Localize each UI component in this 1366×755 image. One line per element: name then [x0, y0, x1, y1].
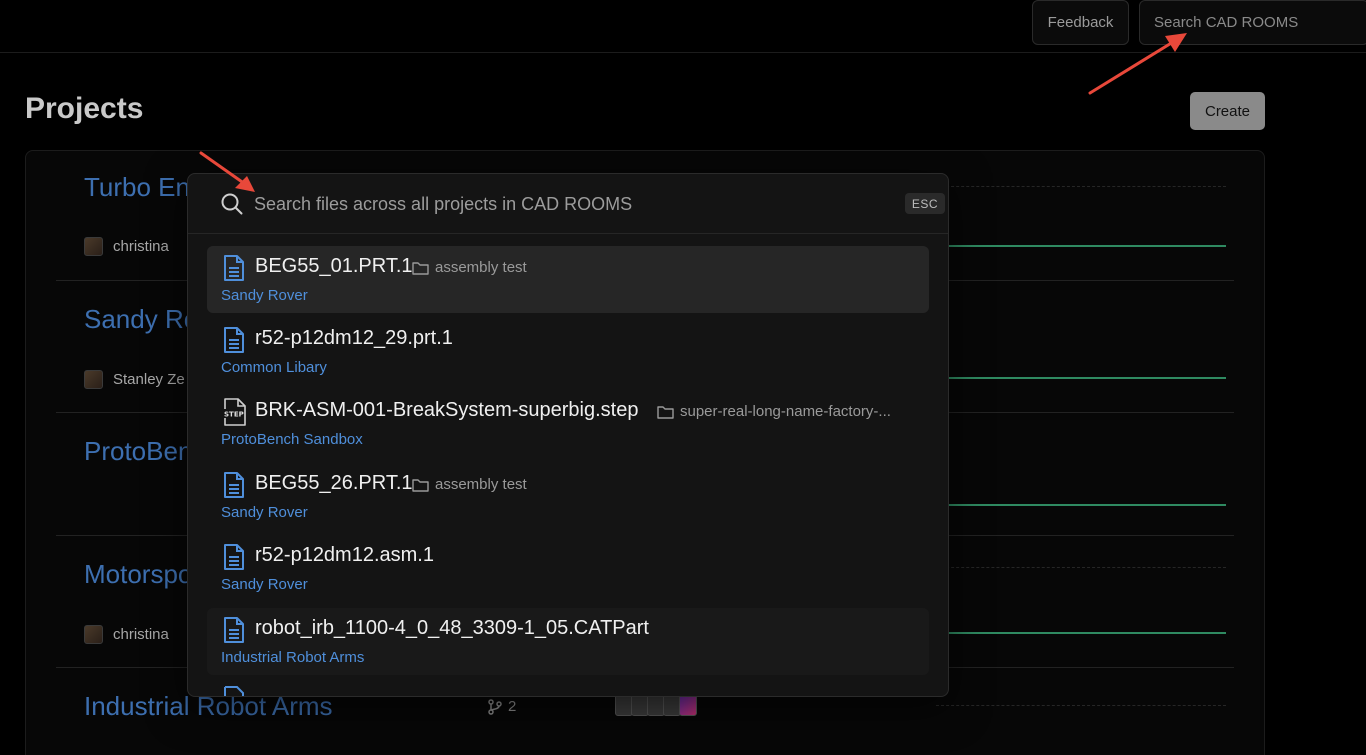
- result-project-link[interactable]: Sandy Rover: [221, 504, 308, 521]
- result-project-link[interactable]: Industrial Robot Arms: [221, 649, 364, 666]
- project-owner: Stanley Ze: [84, 370, 185, 389]
- create-button[interactable]: Create: [1190, 92, 1265, 130]
- file-search-input[interactable]: [254, 190, 874, 218]
- search-result-partial[interactable]: [207, 684, 929, 696]
- result-file-name: r52-p12dm12.asm.1: [255, 544, 434, 566]
- file-icon: [224, 544, 244, 570]
- folder-name: super-real-long-name-factory-...: [680, 403, 891, 420]
- chart-gridline: [936, 186, 1226, 187]
- file-icon: [224, 617, 244, 643]
- result-project-link[interactable]: ProtoBench Sandbox: [221, 431, 363, 448]
- file-icon: [224, 255, 244, 281]
- search-result[interactable]: r52-p12dm12.asm.1 Sandy Rover: [207, 535, 929, 602]
- step-file-icon: STEP: [223, 398, 246, 426]
- project-name[interactable]: Motorspo: [84, 559, 192, 590]
- avatar: [84, 625, 103, 644]
- svg-text:STEP: STEP: [224, 411, 244, 419]
- result-project-link[interactable]: Sandy Rover: [221, 287, 308, 304]
- result-folder: super-real-long-name-factory-...: [657, 403, 891, 420]
- avatar: [84, 370, 103, 389]
- file-icon: [224, 472, 244, 498]
- owner-name: christina: [113, 626, 169, 643]
- activity-sparkline: [936, 632, 1226, 634]
- activity-sparkline: [936, 377, 1226, 379]
- folder-icon: [657, 405, 674, 419]
- owner-name: christina: [113, 238, 169, 255]
- search-result[interactable]: robot_irb_1100-4_0_48_3309-1_05.CATPart …: [207, 608, 929, 675]
- search-result[interactable]: BEG55_26.PRT.1 assembly test Sandy Rover: [207, 463, 929, 530]
- member-avatars: [615, 694, 697, 716]
- result-folder: assembly test: [412, 476, 527, 493]
- result-file-name: BEG55_01.PRT.1: [255, 255, 413, 277]
- file-icon: [224, 327, 244, 353]
- search-result[interactable]: r52-p12dm12_29.prt.1 Common Libary: [207, 318, 929, 385]
- chart-gridline: [936, 705, 1226, 706]
- result-file-name: BRK-ASM-001-BreakSystem-superbig.step: [255, 399, 639, 421]
- result-project-link[interactable]: Common Libary: [221, 359, 327, 376]
- folder-name: assembly test: [435, 476, 527, 493]
- annotation-arrow-icon: [199, 151, 255, 192]
- avatar: [84, 237, 103, 256]
- file-search-modal: ESC BEG55_01.PRT.1 assembly test Sandy R…: [187, 173, 949, 697]
- result-project-link[interactable]: Sandy Rover: [221, 576, 308, 593]
- branch-icon: [488, 698, 502, 715]
- project-owner: christina: [84, 625, 169, 644]
- activity-sparkline: [936, 504, 1226, 506]
- project-name[interactable]: ProtoBen: [84, 436, 192, 467]
- branch-count-value: 2: [508, 698, 517, 715]
- activity-sparkline: [936, 245, 1226, 247]
- search-result[interactable]: STEP BRK-ASM-001-BreakSystem-superbig.st…: [207, 390, 929, 457]
- result-folder: assembly test: [412, 259, 527, 276]
- annotation-arrow-icon: [1088, 33, 1187, 95]
- owner-name: Stanley Ze: [113, 371, 185, 388]
- chart-gridline: [936, 567, 1226, 568]
- project-name[interactable]: Sandy Ro: [84, 304, 198, 335]
- project-owner: christina: [84, 237, 169, 256]
- folder-icon: [412, 478, 429, 492]
- file-icon: [224, 686, 244, 696]
- result-file-name: r52-p12dm12_29.prt.1: [255, 327, 453, 349]
- avatar: [679, 694, 697, 716]
- esc-key-badge[interactable]: ESC: [905, 193, 945, 214]
- page-title: Projects: [25, 92, 144, 125]
- result-file-name: BEG55_26.PRT.1: [255, 472, 413, 494]
- search-result[interactable]: BEG55_01.PRT.1 assembly test Sandy Rover: [207, 246, 929, 313]
- result-file-name: robot_irb_1100-4_0_48_3309-1_05.CATPart: [255, 617, 649, 639]
- folder-name: assembly test: [435, 259, 527, 276]
- project-name[interactable]: Turbo En: [84, 172, 190, 203]
- modal-search-bar: ESC: [188, 174, 948, 234]
- folder-icon: [412, 261, 429, 275]
- branch-count: 2: [488, 698, 516, 715]
